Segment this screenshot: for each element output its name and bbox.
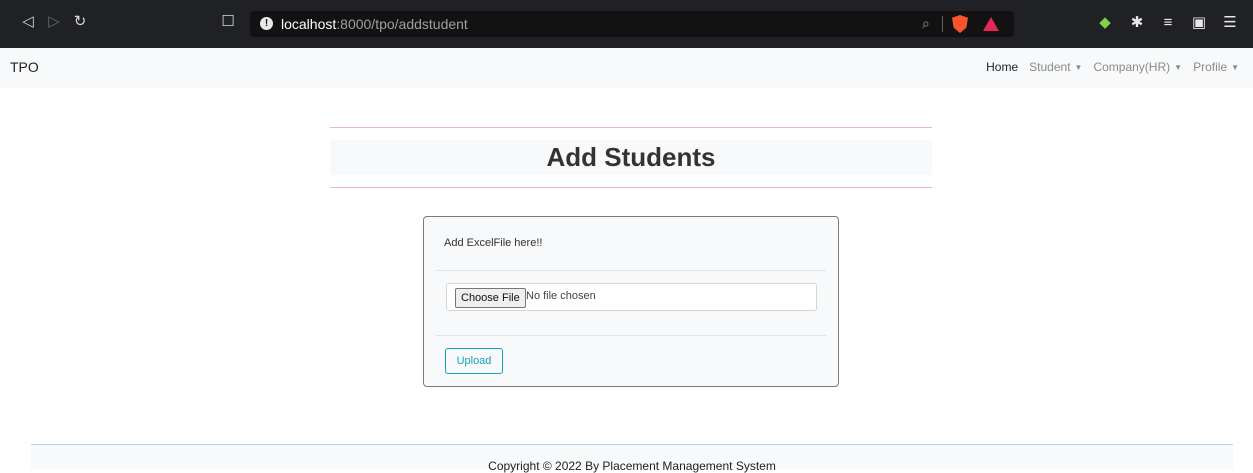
navbar-brand[interactable]: TPO xyxy=(10,59,39,75)
url-path: :8000/tpo/addstudent xyxy=(336,16,468,32)
brave-rewards-icon[interactable] xyxy=(983,17,999,31)
nav-profile-dropdown[interactable]: Profile ▼ xyxy=(1193,60,1239,74)
nav-company-dropdown[interactable]: Company(HR) ▼ xyxy=(1093,60,1182,74)
forward-icon[interactable]: ▷ xyxy=(44,12,64,32)
nav-company-label: Company(HR) xyxy=(1093,60,1171,74)
caret-down-icon: ▼ xyxy=(1231,63,1239,72)
address-separator xyxy=(942,16,943,32)
address-bar[interactable]: ! localhost:8000/tpo/addstudent ⌕ xyxy=(250,11,1014,37)
bookmark-icon[interactable]: ☐ xyxy=(218,12,238,32)
brave-shield-icon[interactable] xyxy=(952,15,968,33)
playlist-icon[interactable]: ≡ xyxy=(1158,13,1178,33)
puzzle-icon[interactable]: ✱ xyxy=(1127,13,1147,33)
upload-card: Add ExcelFile here!! Choose File No file… xyxy=(423,216,839,387)
menu-icon[interactable]: ☰ xyxy=(1220,13,1240,33)
card-divider xyxy=(436,270,826,271)
copyright-text: Copyright © 2022 By Placement Management… xyxy=(488,459,776,473)
upload-button[interactable]: Upload xyxy=(445,348,503,374)
choose-file-button[interactable]: Choose File xyxy=(455,288,526,308)
url-host: localhost xyxy=(281,16,337,32)
back-icon[interactable]: ◁ xyxy=(18,12,38,32)
file-status-text: No file chosen xyxy=(526,290,596,302)
extension-icon[interactable]: ◆ xyxy=(1095,13,1115,33)
card-header: Add ExcelFile here!! xyxy=(444,237,543,249)
nav-links: Home Student ▼ Company(HR) ▼ Profile ▼ xyxy=(986,60,1239,74)
footer: Copyright © 2022 By Placement Management… xyxy=(31,445,1233,473)
site-navbar: TPO Home Student ▼ Company(HR) ▼ Profile ▼ xyxy=(0,48,1253,88)
wallet-icon[interactable]: ▣ xyxy=(1189,13,1209,33)
caret-down-icon: ▼ xyxy=(1074,63,1083,72)
page-title-block: Add Students xyxy=(330,127,932,188)
file-input[interactable]: Choose File No file chosen xyxy=(446,283,817,311)
nav-student-dropdown[interactable]: Student ▼ xyxy=(1029,60,1082,74)
page-title: Add Students xyxy=(546,142,716,172)
browser-toolbar: ◁ ▷ ↻ ☐ ! localhost:8000/tpo/addstudent … xyxy=(0,0,1253,48)
url-text: localhost:8000/tpo/addstudent xyxy=(281,16,468,32)
reload-icon[interactable]: ↻ xyxy=(70,12,90,32)
caret-down-icon: ▼ xyxy=(1174,63,1183,72)
info-icon[interactable]: ! xyxy=(260,17,273,30)
nav-profile-label: Profile xyxy=(1193,60,1228,74)
card-divider xyxy=(436,335,826,336)
nav-home[interactable]: Home xyxy=(986,60,1018,74)
nav-student-label: Student xyxy=(1029,60,1071,74)
zoom-icon[interactable]: ⌕ xyxy=(922,15,930,32)
